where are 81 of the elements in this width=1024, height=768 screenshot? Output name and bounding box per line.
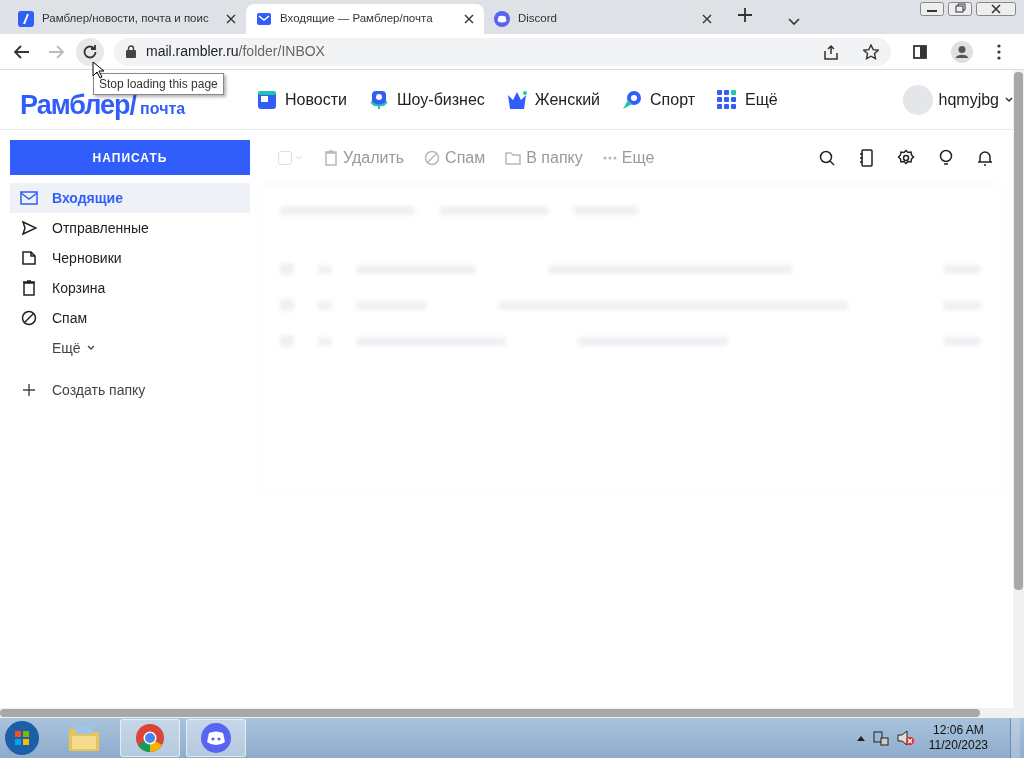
folder-item[interactable]: Корзина (10, 273, 250, 303)
browser-tab[interactable]: Discord (484, 4, 722, 34)
prohibited-icon (21, 310, 37, 326)
taskbar-app[interactable] (120, 719, 180, 757)
contacts-button[interactable] (859, 148, 873, 167)
checkbox-icon (278, 150, 304, 165)
send-icon (21, 220, 37, 236)
close-icon (702, 14, 712, 24)
notebook-icon (859, 148, 873, 167)
new-tab-icon (738, 7, 752, 22)
start-orb-icon (4, 720, 40, 756)
grid-icon (717, 89, 737, 110)
reload-button[interactable] (76, 37, 104, 66)
microphone-icon (368, 89, 389, 110)
plus-icon (23, 384, 35, 396)
folder-item[interactable]: Черновики (10, 243, 250, 273)
share-icon (823, 43, 839, 60)
more-folders-link[interactable]: Ещё (10, 333, 250, 363)
crown-icon (506, 89, 527, 110)
chevron-down-icon (1005, 96, 1013, 103)
envelope-icon (20, 191, 38, 205)
folder-icon (505, 150, 522, 165)
kebab-menu-icon (997, 43, 1001, 60)
start-button[interactable] (4, 720, 40, 756)
chevron-down-icon (788, 18, 800, 26)
nav-link[interactable]: Спорт (622, 87, 695, 112)
clock-text[interactable]: 12:06 AM 11/20/2023 (922, 723, 1002, 753)
browser-tab[interactable]: Рамблер/новости, почта и поис (8, 4, 246, 34)
star-icon (863, 43, 879, 60)
network-icon (872, 730, 889, 746)
forward-arrow-icon (48, 44, 64, 59)
lock-icon (126, 45, 136, 58)
bell-button[interactable] (977, 148, 993, 167)
user-menu[interactable]: hqmyjbg (902, 84, 1013, 115)
reload-icon (82, 43, 98, 60)
taskbar-app[interactable] (186, 719, 246, 757)
volume-muted-icon (896, 730, 915, 746)
profile-icon (951, 40, 973, 63)
url-text: mail.rambler.ru/folder/INBOX (146, 42, 325, 61)
close-window-icon (976, 2, 1016, 16)
trash-icon (22, 280, 36, 296)
tips-button[interactable] (939, 148, 953, 167)
close-icon (464, 14, 474, 24)
folder-item[interactable]: Отправленные (10, 213, 250, 243)
slash-logo-icon (18, 11, 34, 27)
back-arrow-icon (14, 44, 30, 59)
trash-icon (324, 149, 338, 166)
side-panel-icon (913, 44, 927, 59)
browser-tab[interactable]: Входящие — Рамблер/почта (246, 4, 484, 34)
folder-item[interactable]: Спам (10, 303, 250, 333)
document-icon (21, 250, 37, 266)
news-icon (257, 89, 277, 110)
restore-icon (948, 2, 972, 16)
tooltip: Stop loading this page (93, 73, 224, 95)
settings-icon (897, 148, 915, 167)
avatar-icon (902, 84, 933, 115)
bell-icon (977, 148, 993, 167)
folder-item[interactable]: Входящие (10, 183, 250, 213)
discord-icon (201, 723, 231, 753)
search-icon (819, 149, 835, 166)
discord-icon (494, 11, 510, 27)
nav-link[interactable]: Новости (257, 87, 347, 112)
lightbulb-icon (939, 148, 953, 167)
logo[interactable]: Рамблер/почта (20, 92, 257, 119)
prohibited-icon (424, 149, 441, 166)
nav-link[interactable]: Шоу-бизнес (368, 87, 485, 112)
close-icon (226, 14, 236, 24)
settings-button[interactable] (897, 148, 915, 167)
create-folder-link[interactable]: Создать папку (10, 375, 250, 405)
nav-link[interactable]: Женский (506, 87, 600, 112)
dots-icon (602, 155, 617, 160)
search-button[interactable] (819, 148, 835, 167)
address-bar[interactable]: mail.rambler.ru/folder/INBOX (114, 37, 891, 66)
envelope-icon (256, 11, 272, 27)
compose-button[interactable]: НАПИСАТЬ (10, 140, 250, 175)
tray-arrow-icon (856, 735, 865, 741)
chevron-down-icon (86, 345, 95, 351)
nav-link[interactable]: Ещё (717, 87, 778, 112)
minimize-icon (920, 2, 944, 16)
folder-icon (68, 724, 100, 752)
chrome-icon (135, 723, 165, 753)
